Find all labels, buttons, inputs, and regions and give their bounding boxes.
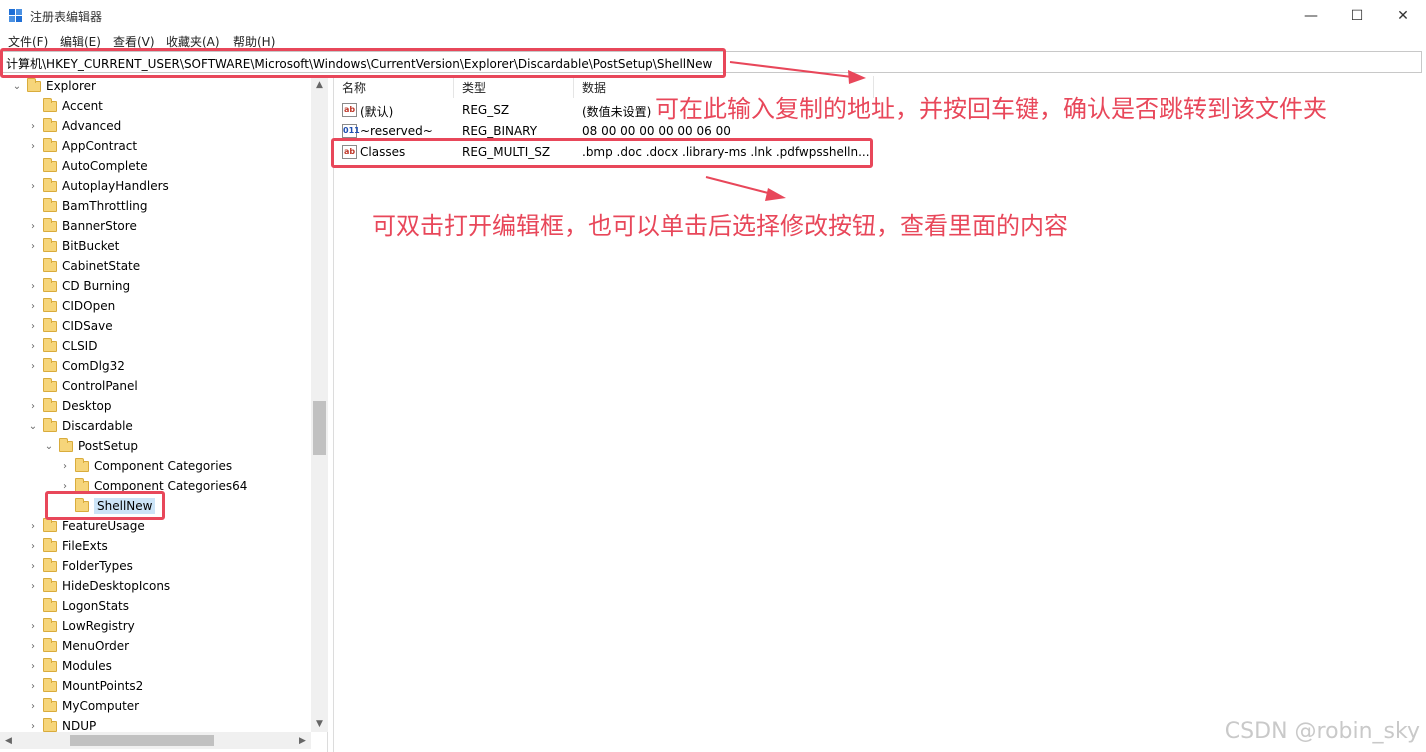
- watermark: CSDN @robin_sky: [1224, 719, 1420, 744]
- arrow-line-address: [729, 61, 853, 78]
- arrow-head-icon: [765, 188, 786, 201]
- arrow-head-icon: [848, 70, 866, 84]
- arrow-line-edit: [705, 176, 773, 195]
- edit-hint-text: 可双击打开编辑框，也可以单击后选择修改按钮，查看里面的内容: [372, 212, 1068, 240]
- address-hint-text: 可在此输入复制的地址，并按回车键，确认是否跳转到该文件夹: [655, 95, 1327, 123]
